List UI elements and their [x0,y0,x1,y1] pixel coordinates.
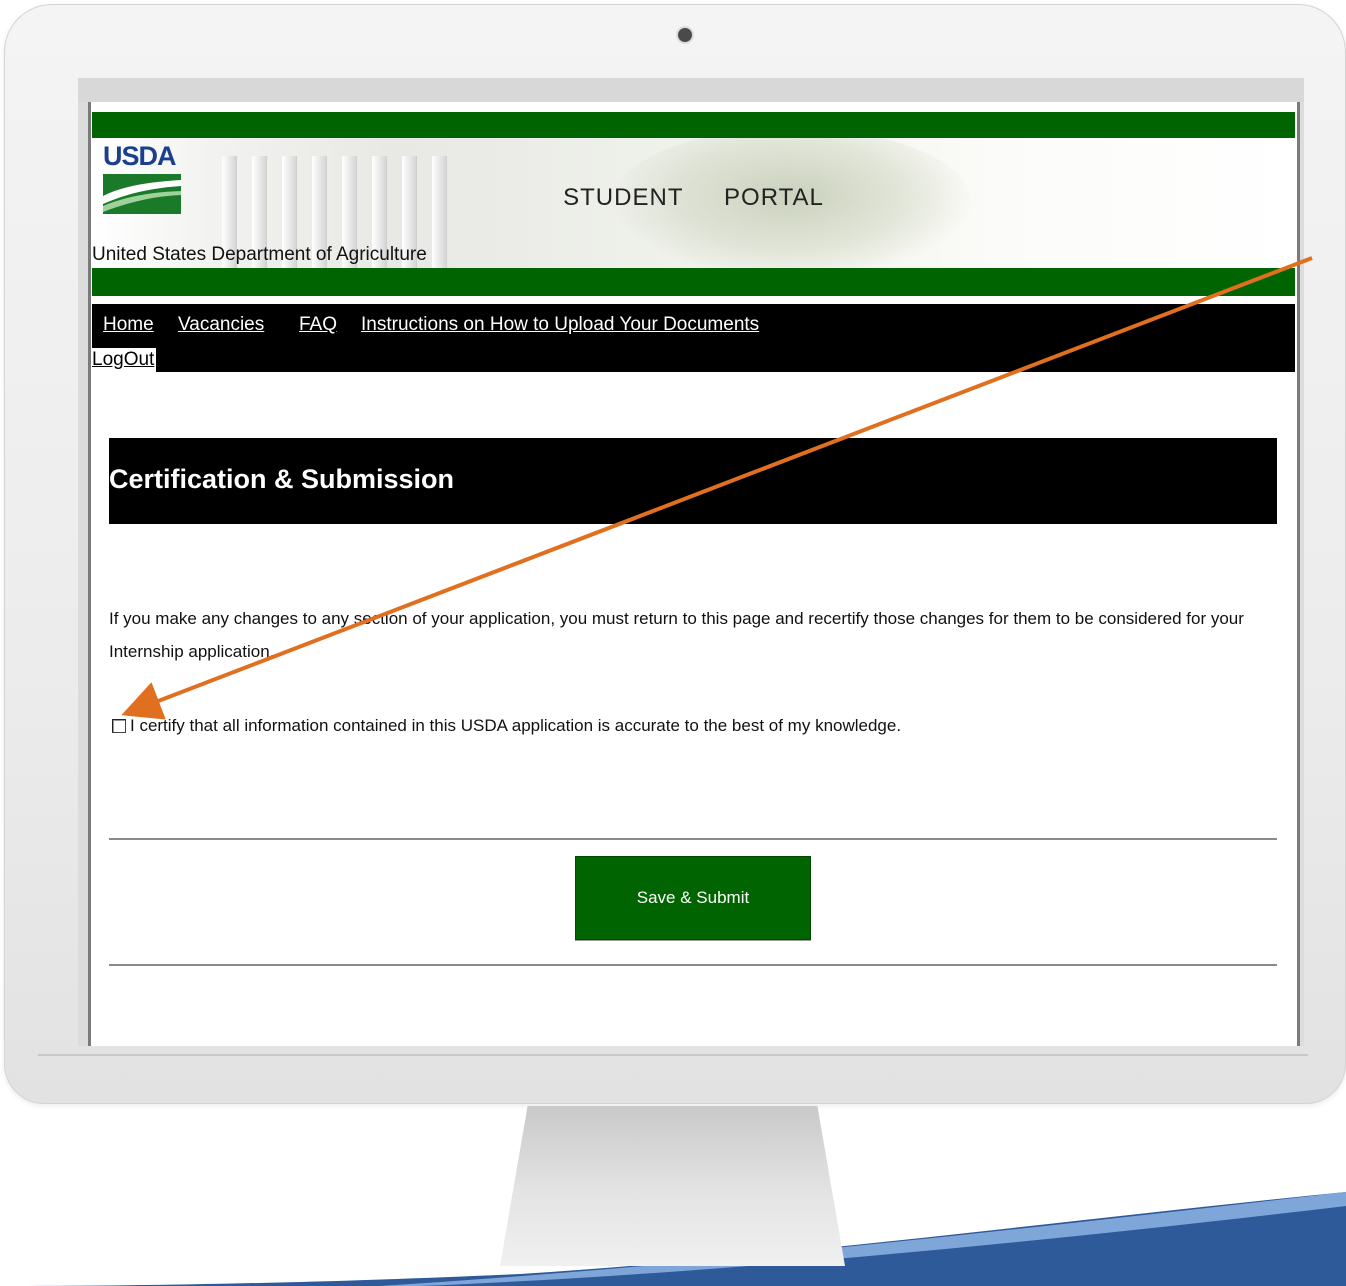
usda-logo-text: USDA [103,141,177,171]
nav-link-upload-instructions[interactable]: Instructions on How to Upload Your Docum… [361,314,759,336]
web-page: USDA STUDENT PORTAL United States Depart… [88,102,1300,1046]
site-header: USDA STUDENT PORTAL United States Depart… [92,138,1295,268]
section-header: Certification & Submission [109,438,1277,524]
nav-link-home[interactable]: Home [103,314,154,336]
browser-chrome-bar [78,78,1304,102]
nav-link-faq[interactable]: FAQ [299,314,337,336]
save-submit-button[interactable]: Save & Submit [575,856,811,940]
divider-top [109,838,1277,840]
header-bottom-bar [92,268,1295,296]
monitor-stand-neck [500,1106,845,1266]
header-top-bar [92,112,1295,138]
divider-bottom [109,964,1277,966]
nav-link-vacancies[interactable]: Vacancies [178,314,264,336]
screen: USDA STUDENT PORTAL United States Depart… [78,78,1304,1046]
monitor-frame: USDA STUDENT PORTAL United States Depart… [4,4,1346,1104]
certification-row: I certify that all information contained… [112,716,1282,740]
certify-checkbox[interactable] [112,719,126,733]
nav-link-logout[interactable]: LogOut [92,348,157,372]
webcam-icon [678,28,692,42]
portal-title: STUDENT PORTAL [563,184,824,211]
section-title: Certification & Submission [109,464,455,494]
department-name: United States Department of Agriculture [92,244,427,265]
main-nav: Home Vacancies FAQ Instructions on How t… [92,304,1295,372]
recertify-notice: If you make any changes to any section o… [109,609,1244,661]
certify-label[interactable]: I certify that all information contained… [130,716,901,736]
